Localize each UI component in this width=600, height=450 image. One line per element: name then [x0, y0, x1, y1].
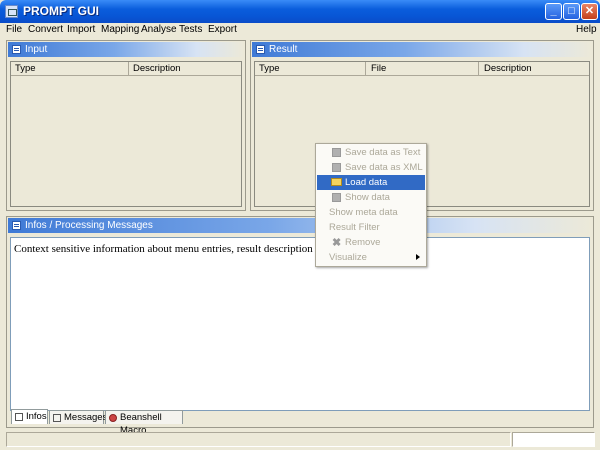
table-icon — [256, 45, 265, 54]
data-icon — [332, 193, 341, 202]
menu-bar: File Convert Import Mapping Analyse Test… — [0, 23, 600, 38]
menu-tests[interactable]: Tests — [179, 24, 202, 35]
menu-item-save-xml[interactable]: Save data as XML — [317, 160, 425, 175]
message-icon — [53, 414, 61, 422]
menu-item-load-data[interactable]: Load data — [317, 175, 425, 190]
save-icon — [332, 163, 341, 172]
tab-beanshell-macro[interactable]: Beanshell Macro — [105, 410, 183, 436]
menu-item-label: Remove — [345, 237, 381, 248]
result-panel-title: Result — [269, 44, 298, 55]
menu-item-label: Load data — [345, 177, 388, 188]
menu-help[interactable]: Help — [576, 24, 597, 35]
status-field — [512, 432, 595, 447]
input-panel-header: Input — [8, 42, 244, 57]
menu-item-label: Visualize — [329, 252, 367, 263]
info-text: Context sensitive information about menu… — [14, 243, 332, 255]
minimize-button[interactable]: _ — [545, 3, 562, 20]
menu-item-result-filter[interactable]: Result Filter — [317, 220, 425, 235]
result-table-header: Type File Description — [255, 62, 589, 76]
menu-item-label: Result Filter — [329, 222, 380, 233]
column-divider[interactable] — [478, 62, 479, 75]
tab-messages[interactable]: Messages — [49, 410, 108, 424]
info-panel-header: Infos / Processing Messages — [8, 218, 592, 233]
tab-infos-label: Infos — [26, 411, 47, 422]
input-table[interactable]: Type Description — [10, 61, 242, 207]
menu-item-label: Show data — [345, 192, 390, 203]
column-header-description[interactable]: Description — [133, 63, 181, 74]
menu-item-save-text[interactable]: Save data as Text — [317, 145, 425, 160]
title-bar[interactable]: PROMPT GUI _ □ ✕ — [0, 0, 600, 23]
menu-item-label: Save data as Text — [345, 147, 421, 158]
menu-item-remove[interactable]: ✖ Remove — [317, 235, 425, 250]
menu-convert[interactable]: Convert — [28, 24, 63, 35]
context-menu: Save data as Text Save data as XML Load … — [315, 143, 427, 267]
input-table-header: Type Description — [11, 62, 241, 76]
menu-item-show-data[interactable]: Show data — [317, 190, 425, 205]
info-text-area[interactable]: Context sensitive information about menu… — [10, 237, 590, 411]
menu-item-show-meta-data[interactable]: Show meta data — [317, 205, 425, 220]
column-header-description[interactable]: Description — [484, 63, 532, 74]
menu-item-visualize[interactable]: Visualize — [317, 250, 425, 265]
menu-item-label: Show meta data — [329, 207, 398, 218]
info-panel-title: Infos / Processing Messages — [25, 220, 153, 231]
submenu-arrow-icon — [416, 254, 420, 260]
column-divider[interactable] — [128, 62, 129, 75]
column-header-file[interactable]: File — [371, 63, 386, 74]
tab-infos[interactable]: Infos — [11, 409, 48, 424]
menu-analyse[interactable]: Analyse — [141, 24, 177, 35]
list-icon — [12, 45, 21, 54]
column-divider[interactable] — [365, 62, 366, 75]
save-icon — [332, 148, 341, 157]
menu-import[interactable]: Import — [67, 24, 95, 35]
remove-icon: ✖ — [332, 237, 342, 249]
input-panel: Input Type Description — [6, 40, 246, 211]
info-panel: Infos / Processing Messages Context sens… — [6, 216, 594, 436]
menu-mapping[interactable]: Mapping — [101, 24, 139, 35]
info-tab-icon — [15, 413, 23, 421]
folder-open-icon — [331, 178, 342, 186]
status-bar — [6, 432, 511, 447]
app-icon[interactable] — [5, 5, 18, 18]
bean-icon — [109, 414, 117, 422]
result-panel-header: Result — [252, 42, 592, 57]
menu-item-label: Save data as XML — [345, 162, 423, 173]
close-button[interactable]: ✕ — [581, 3, 598, 20]
column-header-type[interactable]: Type — [15, 63, 36, 74]
input-panel-title: Input — [25, 44, 48, 55]
column-header-type[interactable]: Type — [259, 63, 280, 74]
maximize-button[interactable]: □ — [563, 3, 580, 20]
window-title: PROMPT GUI — [23, 4, 100, 18]
info-icon — [12, 221, 21, 230]
menu-file[interactable]: File — [6, 24, 22, 35]
tab-messages-label: Messages — [64, 412, 108, 423]
menu-export[interactable]: Export — [208, 24, 237, 35]
